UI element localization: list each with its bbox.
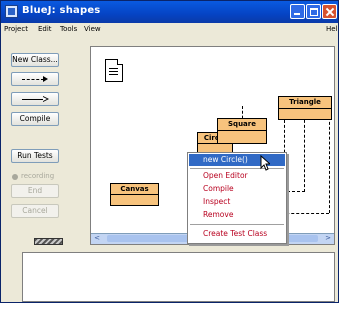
run-tests-button[interactable]: Run Tests: [11, 149, 59, 163]
class-divider: [279, 108, 331, 109]
bluej-app-icon: [5, 5, 18, 18]
scroll-right-icon[interactable]: >: [323, 234, 333, 243]
menu-item-compile[interactable]: Compile: [189, 183, 285, 195]
menu-edit[interactable]: Edit: [38, 25, 52, 33]
menu-item-open-editor[interactable]: Open Editor: [189, 170, 285, 182]
class-triangle-name: Triangle: [289, 98, 321, 106]
bluej-window: BlueJ: shapes Project Edit Tools View He…: [0, 0, 339, 303]
class-square[interactable]: Square: [217, 118, 267, 144]
maximize-button[interactable]: [306, 4, 321, 19]
menu-separator: [190, 224, 284, 225]
class-context-menu: new Circle() Open Editor Compile Inspect…: [187, 152, 287, 244]
doc-text-line: [109, 68, 118, 69]
menu-item-remove[interactable]: Remove: [189, 209, 285, 221]
doc-text-line: [109, 71, 118, 72]
dependency-line: [329, 117, 330, 213]
class-triangle[interactable]: Triangle: [278, 96, 332, 120]
dependency-line: [304, 110, 305, 192]
title-bar[interactable]: BlueJ: shapes: [1, 1, 338, 23]
dashed-arrow-icon: [22, 79, 44, 80]
machine-status-indicator: [34, 238, 63, 245]
recording-label: recording: [21, 172, 55, 180]
scroll-left-icon[interactable]: <: [92, 234, 102, 243]
menu-item-create-test-class[interactable]: Create Test Class: [189, 228, 285, 240]
menu-item-new-circle[interactable]: new Circle(): [189, 154, 285, 166]
compile-button[interactable]: Compile: [11, 112, 59, 126]
cancel-button[interactable]: Cancel: [11, 204, 59, 218]
hollow-arrow-inner: [43, 97, 47, 101]
menu-item-inspect[interactable]: Inspect: [189, 196, 285, 208]
class-canvas-name: Canvas: [120, 185, 149, 193]
new-class-button[interactable]: New Class...: [11, 53, 59, 67]
readme-document-icon[interactable]: [105, 59, 123, 82]
minimize-button[interactable]: [290, 4, 305, 19]
menu-project[interactable]: Project: [4, 25, 28, 33]
doc-text-line: [109, 74, 118, 75]
close-button[interactable]: [322, 4, 337, 19]
inheritance-arrow-button[interactable]: [11, 92, 59, 106]
recording-indicator-icon: [12, 174, 18, 180]
solid-arrow-icon: [22, 99, 43, 100]
class-divider: [111, 194, 158, 195]
uses-arrow-button[interactable]: [11, 72, 59, 86]
class-square-name: Square: [228, 120, 256, 128]
class-divider: [218, 130, 266, 131]
mouse-pointer-icon: [260, 155, 270, 171]
menu-view[interactable]: View: [84, 25, 101, 33]
menu-bar: Project Edit Tools View Help: [1, 23, 338, 37]
menu-tools[interactable]: Tools: [60, 25, 77, 33]
class-canvas[interactable]: Canvas: [110, 183, 159, 206]
window-title: BlueJ: shapes: [22, 5, 101, 16]
output-panel[interactable]: [22, 252, 335, 302]
end-button[interactable]: End: [11, 184, 59, 198]
arrow-head-icon: [43, 76, 48, 82]
menu-help[interactable]: Help: [326, 25, 338, 33]
